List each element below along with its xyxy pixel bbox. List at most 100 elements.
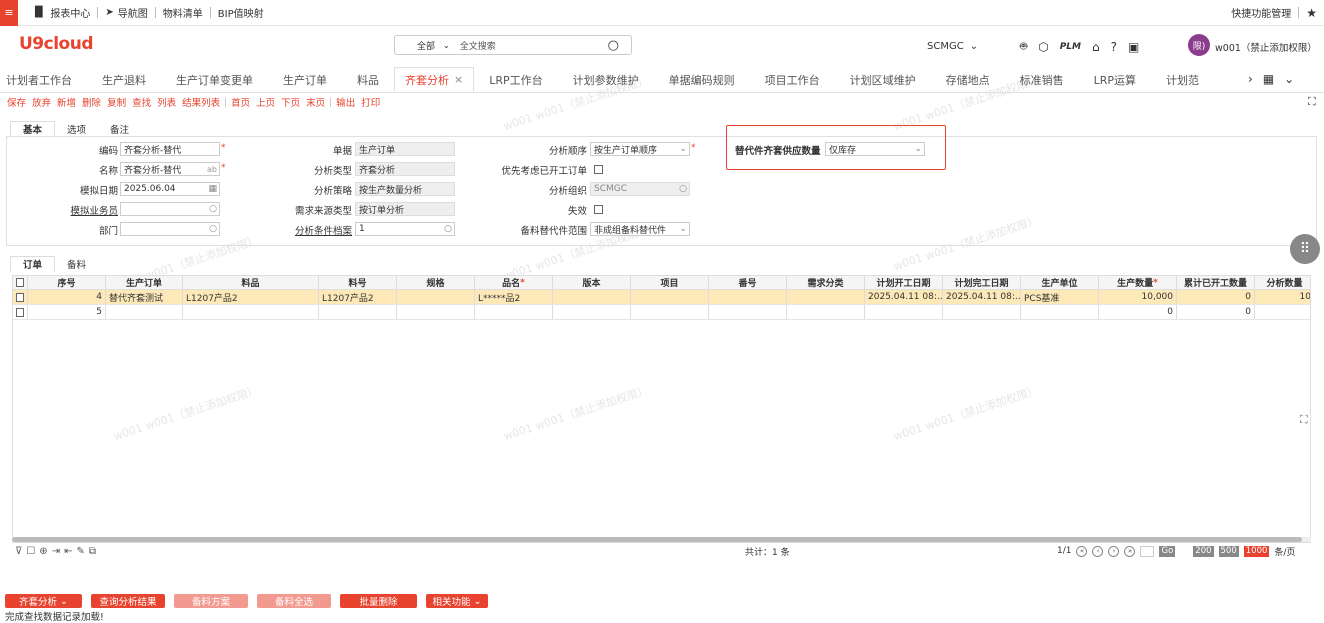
chevron-down-icon[interactable]: ⌄ <box>1284 72 1294 86</box>
toolbar-button-5[interactable]: 查找 <box>129 95 154 109</box>
tab-5[interactable]: 齐套分析 × <box>394 67 475 92</box>
page-size-1000[interactable]: 1000 <box>1243 545 1270 557</box>
report-center-link[interactable]: ▐▌ 报表中心 <box>24 5 97 20</box>
bip-link[interactable]: BIP值映射 <box>211 5 271 20</box>
related-functions-button[interactable]: 相关功能 ⌄ <box>426 594 488 608</box>
row-checkbox[interactable] <box>13 290 28 304</box>
column-header[interactable]: 生产订单 <box>106 276 183 289</box>
range-select[interactable]: 非成组备料替代件 ⌄ <box>590 222 690 236</box>
column-header[interactable]: 计划完工日期 <box>943 276 1021 289</box>
column-header[interactable]: 版本 <box>553 276 631 289</box>
column-header[interactable]: 料品 <box>183 276 319 289</box>
table-cell[interactable]: 0 <box>1099 305 1177 319</box>
table-cell[interactable] <box>943 305 1021 319</box>
toolbar-button-6[interactable]: 列表 <box>154 95 179 109</box>
table-cell[interactable] <box>1255 305 1310 319</box>
table-cell[interactable] <box>397 290 475 304</box>
tab-2[interactable]: 生产订单变更单 <box>161 67 268 92</box>
search-icon[interactable]: ○ <box>444 224 452 234</box>
toolbar-button-1[interactable]: 放弃 <box>29 95 54 109</box>
table-cell[interactable] <box>787 305 865 319</box>
tab-7[interactable]: 计划参数维护 <box>558 67 654 92</box>
material-plan-button[interactable]: 备料方案 <box>174 594 248 608</box>
toolbar-button-3[interactable]: 删除 <box>79 95 104 109</box>
horizontal-scrollbar[interactable] <box>12 537 1302 542</box>
column-header[interactable]: 分析数量 <box>1255 276 1310 289</box>
table-cell[interactable]: 2025.04.11 08:... <box>943 290 1021 304</box>
priority-checkbox[interactable] <box>594 165 603 174</box>
toolbar-button-0[interactable]: 保存 <box>4 95 29 109</box>
checkbox-icon[interactable]: ☐ <box>26 546 35 557</box>
quick-function-link[interactable]: 快捷功能管理 <box>1224 5 1298 20</box>
column-header[interactable]: 生产单位 <box>1021 276 1099 289</box>
batch-delete-button[interactable]: 批量删除 <box>340 594 417 608</box>
tab-1[interactable]: 生产退料 <box>87 67 161 92</box>
order-select[interactable]: 按生产订单顺序 ⌄ <box>590 142 690 156</box>
salesman-field[interactable]: ○ <box>120 202 220 216</box>
table-cell[interactable] <box>631 290 709 304</box>
column-header[interactable]: 料号 <box>319 276 397 289</box>
go-button[interactable]: Go <box>1159 545 1176 557</box>
app-grid-icon[interactable]: ⠿ <box>1290 234 1320 264</box>
search-icon[interactable]: ○ <box>209 204 217 214</box>
prev-page-icon[interactable]: ‹ <box>1092 545 1104 557</box>
table-cell[interactable]: 0 <box>1177 290 1255 304</box>
toolbar-button-12[interactable]: 输出 <box>333 95 358 109</box>
table-cell[interactable]: 5 <box>28 305 106 319</box>
toolbar-button-7[interactable]: 结果列表 <box>179 95 223 109</box>
tab-3[interactable]: 生产订单 <box>268 67 342 92</box>
column-header[interactable]: 序号 <box>28 276 106 289</box>
table-cell[interactable]: PCS基准 <box>1021 290 1099 304</box>
tab-11[interactable]: 存储地点 <box>931 67 1005 92</box>
toolbar-button-4[interactable]: 复制 <box>104 95 129 109</box>
graduation-icon[interactable]: ⌂ <box>1092 40 1100 54</box>
page-input[interactable] <box>1140 545 1155 557</box>
chevron-right-icon[interactable]: › <box>1248 72 1253 86</box>
tab-8[interactable]: 单据编码规则 <box>654 67 750 92</box>
tab-9[interactable]: 项目工作台 <box>750 67 835 92</box>
table-cell[interactable] <box>709 290 787 304</box>
search-icon[interactable]: ○ <box>209 224 217 234</box>
table-cell[interactable] <box>709 305 787 319</box>
table-cell[interactable]: 0 <box>1177 305 1255 319</box>
date-field[interactable]: 2025.06.04 ▦ <box>120 182 220 196</box>
tab-basic[interactable]: 基本 <box>10 121 56 137</box>
table-cell[interactable]: 4 <box>28 290 106 304</box>
table-cell[interactable]: 10 <box>1255 290 1310 304</box>
search-icon[interactable]: ○ <box>608 38 619 53</box>
column-header[interactable]: 需求分类 <box>787 276 865 289</box>
toolbar-button-13[interactable]: 打印 <box>358 95 383 109</box>
delete-row-icon[interactable]: ⇤ <box>64 546 72 557</box>
table-cell[interactable]: L*****品2 <box>475 290 553 304</box>
avatar[interactable]: 限) <box>1188 34 1210 56</box>
row-checkbox[interactable] <box>13 305 28 319</box>
insert-row-icon[interactable]: ⇥ <box>52 546 60 557</box>
table-cell[interactable] <box>865 305 943 319</box>
grid-icon[interactable]: ▦ <box>1263 72 1274 86</box>
table-row[interactable]: 5 00 <box>13 305 1310 320</box>
plan-label[interactable]: 分析条件档案 <box>270 223 352 237</box>
dept-field[interactable]: ○ <box>120 222 220 236</box>
tab-6[interactable]: LRP工作台 <box>474 67 557 92</box>
table-cell[interactable]: L1207产品2 <box>319 290 397 304</box>
tab-materials[interactable]: 备料 <box>55 256 98 272</box>
close-icon[interactable]: × <box>454 73 463 86</box>
table-cell[interactable]: 替代齐套测试 <box>106 290 183 304</box>
last-page-icon[interactable]: » <box>1124 545 1136 557</box>
tab-notes[interactable]: 备注 <box>98 121 141 137</box>
expand-icon[interactable]: ⛶ <box>1308 95 1316 109</box>
next-page-icon[interactable]: › <box>1108 545 1120 557</box>
cube-icon[interactable]: ⬡ <box>1038 40 1048 54</box>
column-header[interactable]: 规格 <box>397 276 475 289</box>
table-cell[interactable] <box>631 305 709 319</box>
first-page-icon[interactable]: « <box>1076 545 1088 557</box>
table-cell[interactable]: L1207产品2 <box>183 290 319 304</box>
toolbar-button-9[interactable]: 上页 <box>253 95 278 109</box>
sub-supply-select[interactable]: 仅库存 ⌄ <box>825 142 925 156</box>
toolbar-button-2[interactable]: 新增 <box>54 95 79 109</box>
toolbar-button-10[interactable]: 下页 <box>278 95 303 109</box>
menu-icon[interactable]: ≡ <box>0 0 18 26</box>
tab-0[interactable]: 计划者工作台 <box>0 67 87 92</box>
user-name[interactable]: w001（禁止添加权限） <box>1215 40 1317 54</box>
tab-12[interactable]: 标准销售 <box>1005 67 1079 92</box>
